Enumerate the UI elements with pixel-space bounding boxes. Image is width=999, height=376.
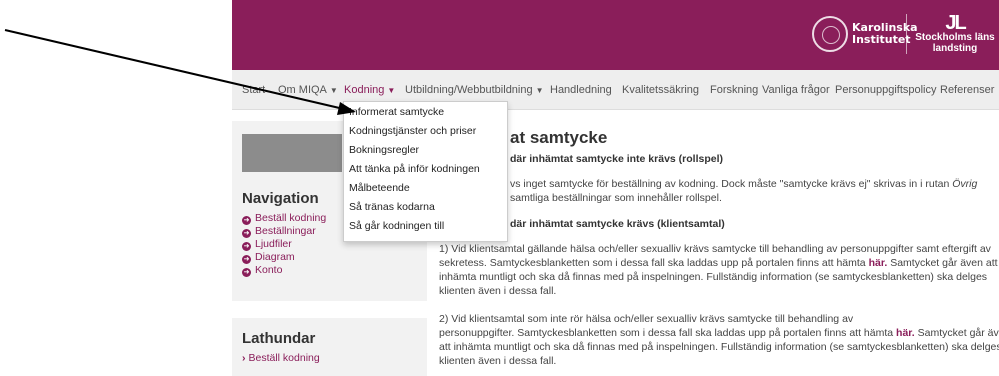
annotation-arrow: [4, 29, 356, 115]
arrow-shaft: [4, 29, 349, 111]
arrow-head: [337, 102, 356, 115]
